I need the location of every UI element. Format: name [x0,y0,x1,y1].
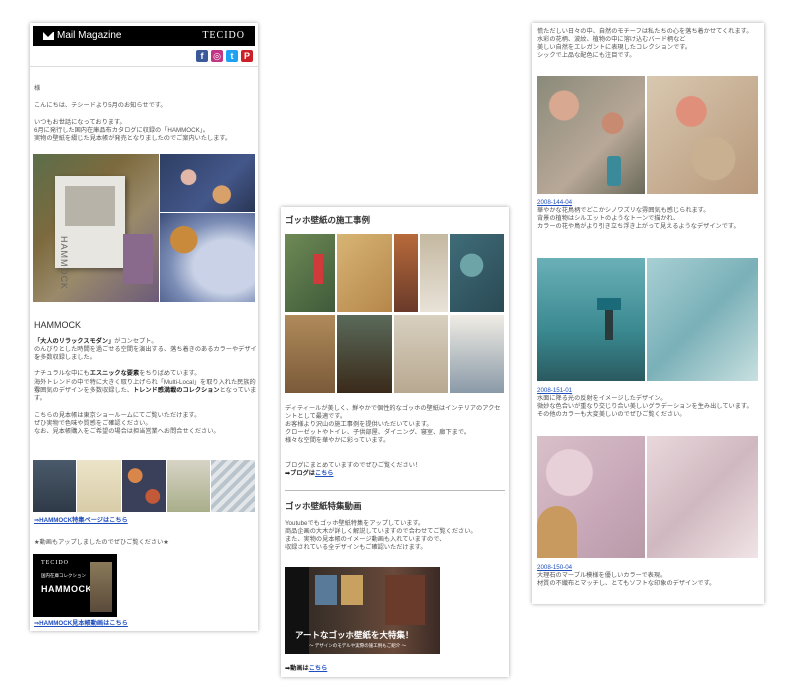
product-151-desc-3: その他のカラーも大変美しいのでぜひご覧ください。 [537,411,686,418]
product-code-144[interactable]: 2008-144-04 [537,199,572,206]
thumb-room-4[interactable] [167,460,210,512]
vase-shape [607,156,621,186]
case-photo-4 [420,234,448,312]
floral-wallpaper-photo [160,154,255,212]
product-144-desc-3: カラーの花や鳥がより引き立ち浮き上がって見えるようなデザインです。 [537,223,740,230]
natural-text-c: をちりばめています。 [139,370,201,377]
greeting-text: こんにちは、テシードより5月のお知らせです。 [34,102,167,109]
wallpaper-151-room-photo [537,258,645,381]
trend-highlight: トレンド感満載のコレクション [133,387,220,394]
case-photo-9 [450,315,504,393]
collection-title: HAMMOCK [34,320,81,330]
catalog-book: HAMMOCK [55,176,125,290]
natural-line-3: 雰囲気のデザインを多数収録した、 [34,387,133,394]
blog-link[interactable]: こちら [315,470,334,477]
case-photo-3 [394,234,418,312]
facebook-icon[interactable]: f [196,50,208,62]
instagram-icon[interactable]: ◎ [211,50,223,62]
recipient-sama: 様 [34,85,41,92]
natural-line-3-end: となっていま [219,387,257,394]
showroom-line-3: なお、見本帳購入をご希望の場合は担当営業へお問合せください。 [34,428,220,435]
wallpaper-144-roll-photo [647,76,758,194]
newsletter-panel-hammock: Mail Magazine TECIDO f ◎ t P 様 こんにちは、テシー… [30,23,258,631]
intro-line-3: 実物の壁紙を綴じた見本帳が発売となりましたのでご案内いたします。 [34,135,232,142]
video-presenter [385,575,425,625]
video-note: ★動画もアップしましたのでぜひご覧ください★ [34,539,169,546]
video-swatch-1 [315,575,337,605]
twitter-icon[interactable]: t [226,50,238,62]
concept-text: がコンセプト。 [114,338,158,345]
video-subtitle-text: ～ デザインのモデルや実際の施工例もご紹介 ～ [309,643,406,648]
mail-magazine-title: Mail Magazine [57,30,122,41]
nature-intro-4: シックで上品な配色にも注目です。 [537,52,636,59]
hammock-video-thumbnail[interactable]: TECIDO 国内在庫コレクション HAMMOCK [33,554,117,617]
thumb-pattern-5[interactable] [211,460,255,512]
mail-header: Mail Magazine TECIDO [33,26,255,46]
natural-line-4: す。 [34,395,46,402]
product-150-desc-2: 材質の不織布とマッチし、とてもソフトな印象のデザインです。 [537,580,716,587]
wallpaper-150-room-photo [537,436,645,558]
natural-text-a: ナチュラルな中にも [34,370,90,377]
thumb-title: HAMMOCK [41,584,93,594]
thumb-subtitle: 国内在庫コレクション [41,573,86,578]
catalog-cover-title: HAMMOCK [59,236,69,290]
video-title-text: アートなゴッホ壁紙を大特集！ [295,630,414,640]
gogh-video-heading: ゴッホ壁紙特集動画 [285,501,362,511]
hammock-feature-link[interactable]: ⇒HAMMOCK特集ページはこちら [34,517,128,525]
pattern-wallpaper-photo [160,213,255,302]
thumb-pattern-3[interactable] [122,460,166,512]
video-desc-4: 収録されている全デザインもご確認いただけます。 [285,544,427,551]
thumb-room-1[interactable] [33,460,76,512]
wallpaper-151-roll-photo [647,258,758,381]
wallpaper-144-room-photo [537,76,645,194]
divider [285,490,505,491]
hammock-catalog-room-photo: HAMMOCK [33,154,159,302]
lamp-base [605,310,613,340]
lamp-shade [597,298,621,310]
newsletter-panel-gogh: ゴッホ壁紙の施工事例 ディティールが美しく、鮮やかで個性的なゴッホの壁紙はインテ… [281,207,509,677]
gogh-desc-4: 様々な空間を華やかに彩っています。 [285,437,390,444]
case-photo-5 [450,234,504,312]
envelope-icon [43,32,54,40]
blog-prefix: ➡ブログは [285,470,315,477]
case-photo-2 [337,234,392,312]
case-photo-7 [337,315,392,393]
newsletter-panel-nature: 慌ただしい日々の中、自然のモチーフは私たちの心を落ち着かせてくれます。 水彩の花… [532,23,764,604]
concept-highlight: 「大人のリラックスモダン」 [34,338,115,345]
case-photo-8 [394,315,448,393]
video-prefix: ➡動画は [285,665,309,672]
chair-shape [537,506,577,558]
ethnic-highlight: エスニックな要素 [89,370,140,377]
thumb-brand: TECIDO [41,560,69,566]
video-swatch-2 [341,575,363,605]
video-link[interactable]: こちら [309,665,328,672]
thumb-book-image [90,562,112,612]
catalog-cover-photo [65,186,115,226]
case-photo-1 [285,234,335,312]
hammock-video-link[interactable]: ⇒HAMMOCK見本帳動画はこちら [34,620,128,628]
pinterest-icon[interactable]: P [241,50,253,62]
case-photo-6 [285,315,335,393]
product-code-150[interactable]: 2008-150-04 [537,564,572,571]
brand-logo: TECIDO [202,30,245,41]
gogh-cases-heading: ゴッホ壁紙の施工事例 [285,215,371,225]
red-dress-shape [313,254,323,284]
wallpaper-150-roll-photo [647,436,758,558]
gogh-video-thumbnail[interactable]: アートなゴッホ壁紙を大特集！ ～ デザインのモデルや実際の施工例もご紹介 ～ [285,567,440,654]
thumb-room-2[interactable] [77,460,121,512]
product-code-151[interactable]: 2008-151-01 [537,387,572,394]
chair-shape [123,234,153,284]
concept-line-3: を多数収録しました。 [34,354,96,361]
